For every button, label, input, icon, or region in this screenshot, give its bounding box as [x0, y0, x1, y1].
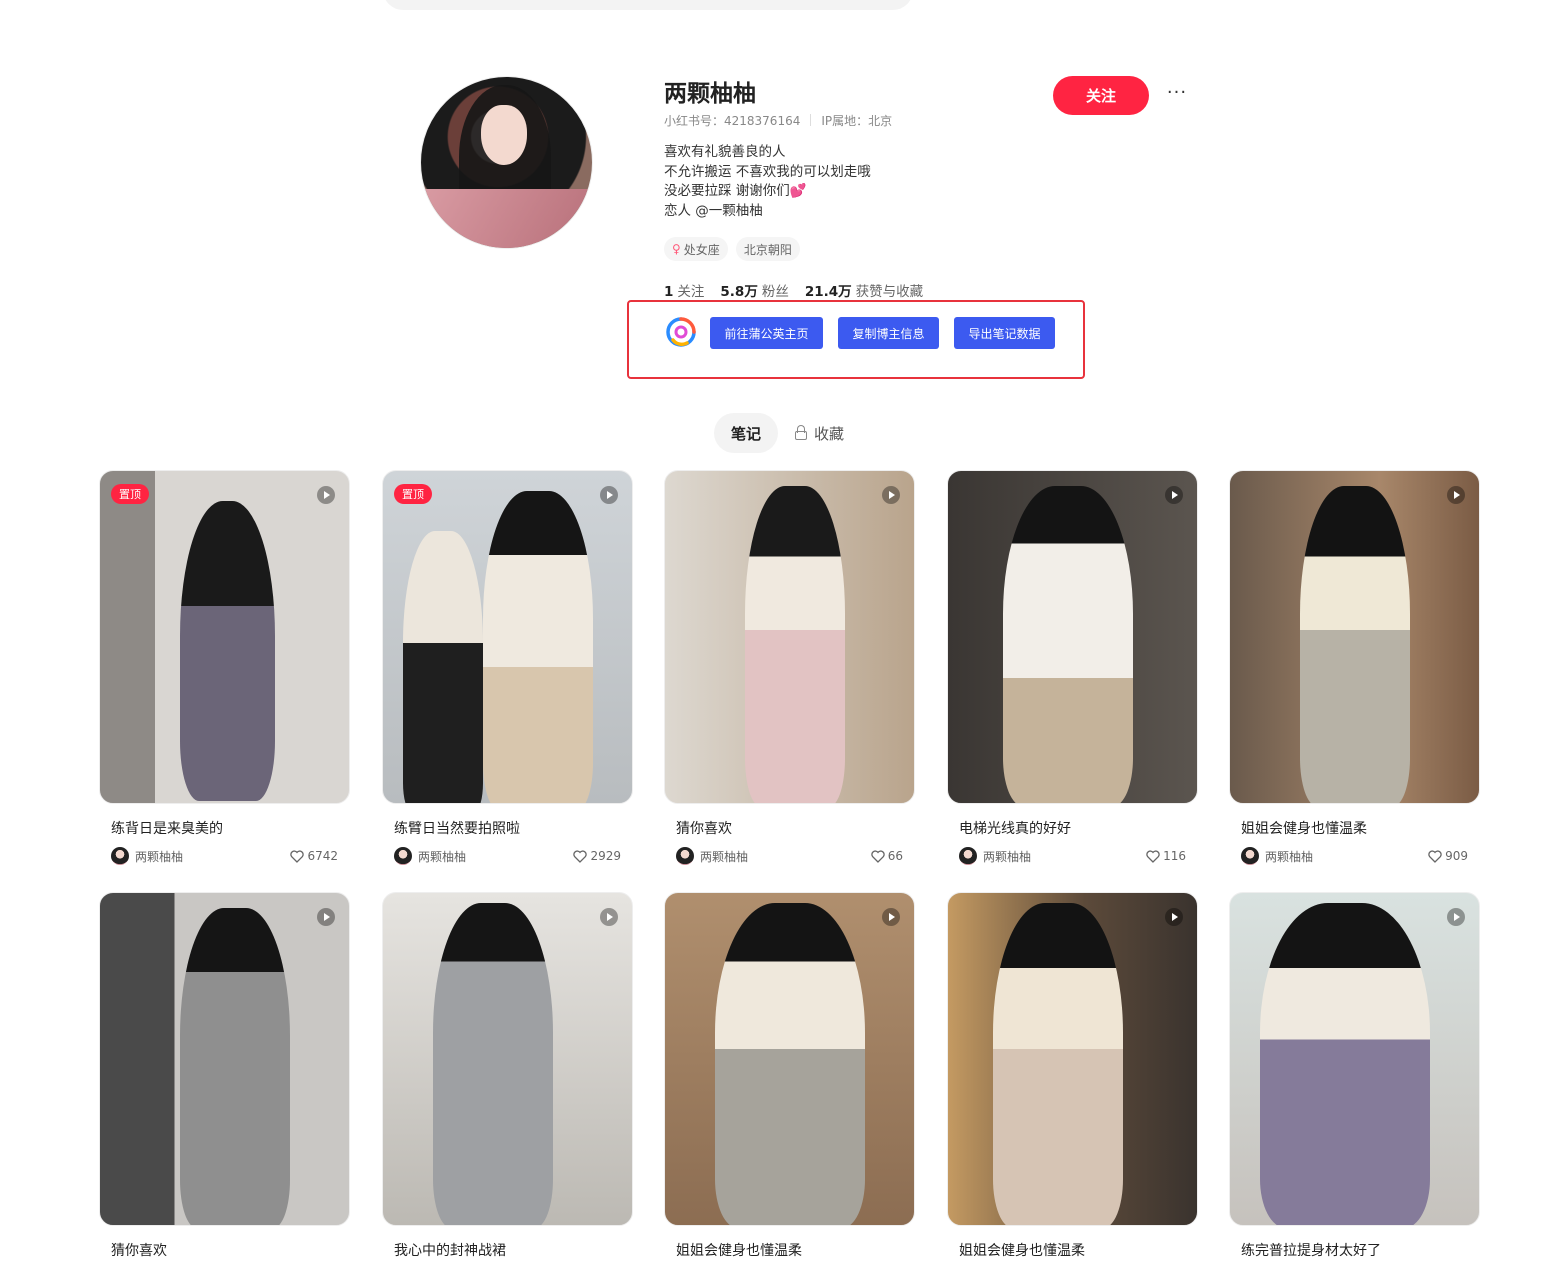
bio-line[interactable]: 恋人 @一颗柚柚: [664, 202, 871, 222]
note-card[interactable]: 姐姐会健身也懂温柔: [947, 892, 1198, 1260]
note-title[interactable]: 练臂日当然要拍照啦: [382, 818, 633, 838]
note-cover[interactable]: [664, 470, 915, 804]
note-card[interactable]: 猜你喜欢: [99, 892, 350, 1260]
stat-likes: 21.4万 获赞与收藏: [804, 284, 924, 300]
female-icon: ♀: [672, 242, 681, 256]
like-button[interactable]: 6742: [290, 849, 338, 863]
bio-line: 喜欢有礼貌善良的人: [664, 144, 786, 160]
note-author[interactable]: 两颗柚柚: [676, 847, 748, 865]
stat-following[interactable]: 1 关注: [664, 280, 704, 300]
author-avatar: [959, 847, 977, 865]
like-button[interactable]: 909: [1428, 849, 1468, 863]
note-cover[interactable]: [947, 470, 1198, 804]
note-cover[interactable]: [99, 892, 350, 1226]
tag-zodiac: ♀ 处女座: [664, 237, 728, 261]
lock-icon: [794, 425, 808, 441]
video-play-icon: [1447, 486, 1465, 504]
note-author[interactable]: 两颗柚柚: [1241, 847, 1313, 865]
video-play-icon: [600, 908, 618, 926]
note-author[interactable]: 两颗柚柚: [959, 847, 1031, 865]
heart-icon: [871, 849, 885, 863]
pinned-badge: 置顶: [111, 484, 149, 504]
like-button[interactable]: 116: [1146, 849, 1186, 863]
note-cover[interactable]: [382, 892, 633, 1226]
video-play-icon: [317, 908, 335, 926]
author-avatar: [1241, 847, 1259, 865]
pinned-badge: 置顶: [394, 484, 432, 504]
note-title[interactable]: 猜你喜欢: [99, 1240, 350, 1260]
plugin-logo-icon: [666, 317, 696, 347]
note-title[interactable]: 姐姐会健身也懂温柔: [947, 1240, 1198, 1260]
note-card[interactable]: 姐姐会健身也懂温柔 两颗柚柚 909: [1229, 470, 1480, 866]
note-title[interactable]: 我心中的封神战裙: [382, 1240, 633, 1260]
note-card[interactable]: 姐姐会健身也懂温柔: [664, 892, 915, 1260]
profile-stats: 1 关注 5.8万 粉丝 21.4万 获赞与收藏: [664, 280, 923, 300]
note-author[interactable]: 两颗柚柚: [394, 847, 466, 865]
note-cover[interactable]: 置顶: [99, 470, 350, 804]
profile-avatar: [420, 76, 593, 249]
tag-label: 处女座: [683, 242, 720, 257]
profile-tags: ♀ 处女座 北京朝阳: [664, 237, 800, 261]
video-play-icon: [1165, 486, 1183, 504]
note-title[interactable]: 电梯光线真的好好: [947, 818, 1198, 838]
bio-line: 没必要拉踩 谢谢你们💕: [664, 183, 807, 199]
note-title[interactable]: 姐姐会健身也懂温柔: [664, 1240, 915, 1260]
bio-line: 不允许搬运 不喜欢我的可以划走哦: [664, 163, 871, 180]
more-options-icon[interactable]: ···: [1164, 82, 1190, 108]
note-card[interactable]: 置顶 练背日是来臭美的 两颗柚柚 6742: [99, 470, 350, 866]
note-card[interactable]: 猜你喜欢 两颗柚柚 66: [664, 470, 915, 866]
note-cover[interactable]: [664, 892, 915, 1226]
tab-label: 收藏: [814, 424, 845, 443]
note-card[interactable]: 电梯光线真的好好 两颗柚柚 116: [947, 470, 1198, 866]
note-card[interactable]: 我心中的封神战裙: [382, 892, 633, 1260]
heart-icon: [290, 849, 305, 863]
profile-bio: 喜欢有礼貌善良的人 不允许搬运 不喜欢我的可以划走哦 没必要拉踩 谢谢你们💕 恋…: [664, 143, 871, 221]
note-title[interactable]: 练背日是来臭美的: [99, 818, 350, 838]
tag-label: 北京朝阳: [743, 242, 792, 257]
profile-name: 两颗柚柚: [664, 81, 756, 107]
author-avatar: [111, 847, 129, 865]
like-button[interactable]: 66: [871, 849, 903, 863]
tab-collections[interactable]: 收藏: [794, 413, 844, 453]
copy-blogger-info-button[interactable]: 复制博主信息: [838, 317, 939, 349]
video-play-icon: [882, 486, 900, 504]
note-cover[interactable]: [1229, 470, 1480, 804]
tag-location: 北京朝阳: [735, 237, 800, 261]
note-cover[interactable]: [947, 892, 1198, 1226]
note-title[interactable]: 练完普拉提身材太好了: [1229, 1240, 1480, 1260]
video-play-icon: [1447, 908, 1465, 926]
author-avatar: [394, 847, 412, 865]
note-card[interactable]: 置顶 练臂日当然要拍照啦 两颗柚柚 2929: [382, 470, 633, 866]
note-author[interactable]: 两颗柚柚: [111, 847, 183, 865]
heart-icon: [1146, 849, 1160, 863]
stat-fans[interactable]: 5.8万 粉丝: [720, 280, 788, 300]
profile-meta: 小红书号：4218376164 IP属地：北京: [664, 112, 892, 129]
tab-notes[interactable]: 笔记: [714, 413, 778, 453]
note-title[interactable]: 姐姐会健身也懂温柔: [1229, 818, 1480, 838]
video-play-icon: [600, 486, 618, 504]
note-cover[interactable]: 置顶: [382, 470, 633, 804]
red-id: 小红书号：4218376164: [664, 114, 801, 128]
note-cover[interactable]: [1229, 892, 1480, 1226]
note-card[interactable]: 练完普拉提身材太好了: [1229, 892, 1480, 1260]
heart-icon: [573, 849, 588, 863]
video-play-icon: [317, 486, 335, 504]
like-button[interactable]: 2929: [573, 849, 621, 863]
heart-icon: [1428, 849, 1442, 863]
video-play-icon: [882, 908, 900, 926]
search-bar[interactable]: [383, 0, 913, 10]
follow-button[interactable]: 关注: [1053, 76, 1149, 115]
author-avatar: [676, 847, 694, 865]
video-play-icon: [1165, 908, 1183, 926]
ip-location: IP属地：北京: [821, 114, 893, 128]
note-title[interactable]: 猜你喜欢: [664, 818, 915, 838]
goto-pugongying-button[interactable]: 前往蒲公英主页: [710, 317, 823, 349]
export-notes-button[interactable]: 导出笔记数据: [954, 317, 1055, 349]
